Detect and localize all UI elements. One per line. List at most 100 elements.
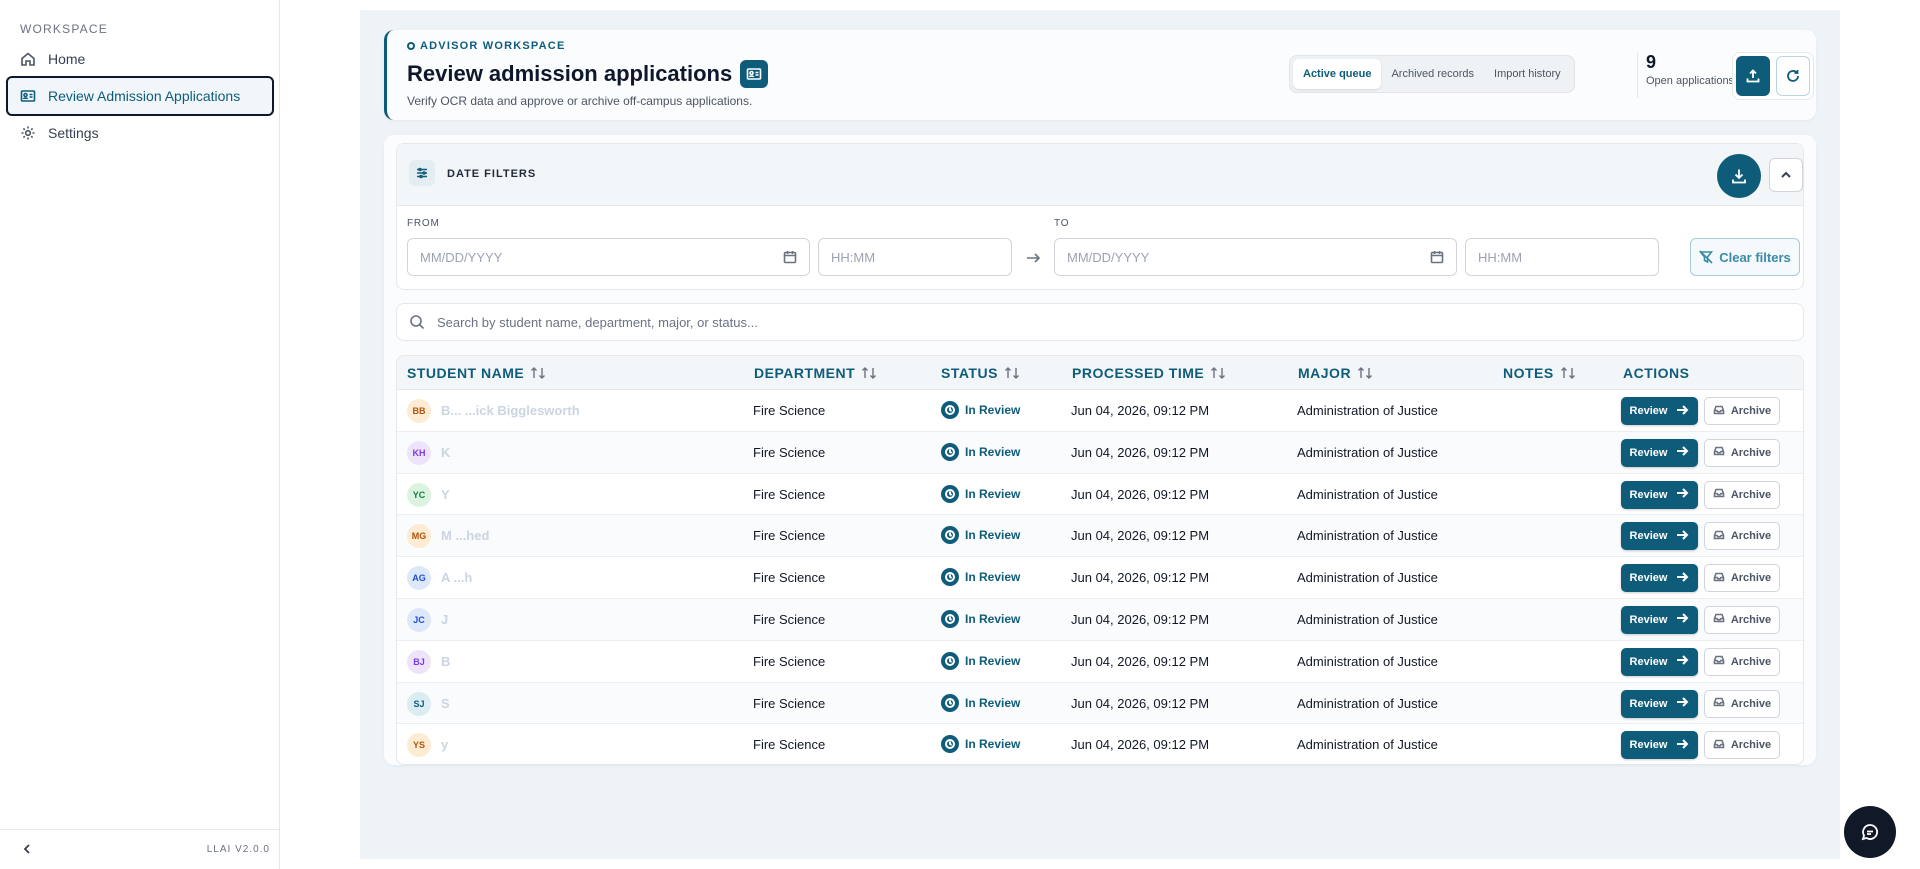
archive-label: Archive xyxy=(1730,739,1772,752)
status-badge: In Review xyxy=(941,526,1021,545)
student-name: K xyxy=(441,444,451,460)
calendar-icon[interactable] xyxy=(783,250,797,264)
column-label: STATUS xyxy=(941,365,998,381)
status-label: In Review xyxy=(965,528,1021,543)
archive-button[interactable]: Archive xyxy=(1704,480,1780,509)
major-cell: Administration of Justice xyxy=(1297,570,1438,586)
review-button[interactable]: Review xyxy=(1621,522,1698,551)
table-row[interactable]: KH K Fire Science In Review Jun 04, 2026, 09… xyxy=(397,431,1803,474)
review-button[interactable]: Review xyxy=(1621,438,1698,467)
date-filters-title: DATE FILTERS xyxy=(447,168,537,180)
avatar: JC xyxy=(407,607,431,632)
archive-label: Archive xyxy=(1730,613,1772,626)
table-row[interactable]: JC J Fire Science In Review Jun 04, 2026, 09… xyxy=(397,598,1803,641)
chat-button[interactable] xyxy=(1844,806,1896,858)
column-major[interactable]: MAJOR xyxy=(1298,365,1373,381)
arrow-right-icon xyxy=(1667,737,1689,754)
archive-label: Archive xyxy=(1730,446,1772,459)
processed-time-cell: Jun 04, 2026, 09:12 PM xyxy=(1071,486,1210,502)
archive-icon xyxy=(1713,404,1731,419)
eyebrow-label: ADVISOR WORKSPACE xyxy=(420,40,566,52)
archive-button[interactable]: Archive xyxy=(1704,731,1780,760)
open-count-value: 9 xyxy=(1646,52,1657,72)
upload-button[interactable] xyxy=(1736,56,1770,96)
search-input[interactable]: Search by student name, department, majo… xyxy=(396,303,1804,341)
refresh-button[interactable] xyxy=(1776,56,1810,96)
archive-button[interactable]: Archive xyxy=(1704,647,1780,676)
clock-icon xyxy=(941,651,959,670)
column-status[interactable]: STATUS xyxy=(941,365,1020,381)
review-button[interactable]: Review xyxy=(1621,647,1698,676)
from-time-placeholder: HH:MM xyxy=(831,249,876,265)
table-row[interactable]: BB B... ...ick Bigglesworth Fire Science In… xyxy=(397,390,1803,432)
to-date-placeholder: MM/DD/YYYY xyxy=(1067,249,1150,265)
review-button[interactable]: Review xyxy=(1621,480,1698,509)
sidebar-item-home[interactable]: Home xyxy=(8,41,272,77)
archive-button[interactable]: Archive xyxy=(1704,438,1780,467)
review-label: Review xyxy=(1629,697,1668,710)
sidebar-item-review-admission-applications[interactable]: Review Admission Applications xyxy=(6,76,274,116)
arrow-right-icon xyxy=(1667,444,1689,461)
to-date-input[interactable]: MM/DD/YYYY xyxy=(1054,238,1457,276)
sidebar: WORKSPACE Home Review Admission Applicat… xyxy=(0,0,280,869)
processed-time-cell: Jun 04, 2026, 09:12 PM xyxy=(1071,653,1210,669)
chevron-up-icon xyxy=(1781,171,1791,178)
column-notes[interactable]: NOTES xyxy=(1503,365,1576,381)
processed-time-cell: Jun 04, 2026, 09:12 PM xyxy=(1071,611,1210,627)
processed-time-cell: Jun 04, 2026, 09:12 PM xyxy=(1071,737,1210,753)
avatar: SJ xyxy=(407,691,431,716)
department-cell: Fire Science xyxy=(753,444,826,460)
tab-archived-records[interactable]: Archived records xyxy=(1381,59,1484,89)
review-button[interactable]: Review xyxy=(1621,731,1698,760)
from-date-placeholder: MM/DD/YYYY xyxy=(420,249,503,265)
department-cell: Fire Science xyxy=(753,528,826,544)
review-button[interactable]: Review xyxy=(1621,605,1698,634)
review-button[interactable]: Review xyxy=(1621,397,1698,425)
sidebar-item-settings[interactable]: Settings xyxy=(8,115,272,151)
filter-off-icon xyxy=(1699,250,1714,264)
review-button[interactable]: Review xyxy=(1621,689,1698,718)
status-badge: In Review xyxy=(941,484,1020,503)
to-time-input[interactable]: HH:MM xyxy=(1465,238,1659,276)
archive-button[interactable]: Archive xyxy=(1704,689,1780,718)
archive-button[interactable]: Archive xyxy=(1704,522,1780,551)
sidebar-footer: LLAI V2.0.0 xyxy=(0,829,280,869)
column-label: PROCESSED TIME xyxy=(1072,365,1205,381)
processed-time-cell: Jun 04, 2026, 09:12 PM xyxy=(1071,695,1210,711)
archive-button[interactable]: Archive xyxy=(1704,564,1780,593)
collapse-filters-button[interactable] xyxy=(1769,158,1803,192)
chevron-left-icon[interactable] xyxy=(20,842,34,856)
gear-icon xyxy=(21,126,35,140)
calendar-icon[interactable] xyxy=(1430,250,1444,264)
from-date-input[interactable]: MM/DD/YYYY xyxy=(407,238,810,276)
archive-button[interactable]: Archive xyxy=(1704,397,1780,425)
clock-icon xyxy=(941,484,959,503)
arrow-right-icon xyxy=(1667,570,1689,587)
table-row[interactable]: AG A ...h Fire Science In Review Jun 04, 202… xyxy=(397,557,1803,599)
archive-button[interactable]: Archive xyxy=(1704,605,1780,634)
clear-filters-button[interactable]: Clear filters xyxy=(1690,238,1800,276)
sort-icon xyxy=(1560,367,1575,379)
arrow-right-icon xyxy=(1667,486,1689,503)
column-department[interactable]: DEPARTMENT xyxy=(754,365,877,381)
table-row[interactable]: YC Y Fire Science In Review Jun 04, 2026, 09… xyxy=(397,474,1803,516)
table-row[interactable]: MG M ...hed Fire Science In Review Jun 04, 2… xyxy=(397,515,1803,558)
table-row[interactable]: SJ S Fire Science In Review Jun 04, 2026, 09… xyxy=(397,682,1803,725)
column-processed-time[interactable]: PROCESSED TIME xyxy=(1072,365,1226,381)
archive-icon xyxy=(1713,738,1731,753)
clock-icon xyxy=(941,609,959,628)
review-button[interactable]: Review xyxy=(1621,564,1698,593)
sort-icon xyxy=(862,367,877,379)
table-row[interactable]: BJ B Fire Science In Review Jun 04, 2026, 09… xyxy=(397,641,1803,683)
archive-label: Archive xyxy=(1730,405,1772,417)
view-tabs: Active queue Archived records Import his… xyxy=(1289,55,1575,93)
download-button[interactable] xyxy=(1717,154,1761,198)
table-row[interactable]: YS y Fire Science In Review Jun 04, 2026, 09… xyxy=(397,724,1803,764)
tab-import-history[interactable]: Import history xyxy=(1484,59,1571,89)
avatar: AG xyxy=(407,566,431,591)
app-version: LLAI V2.0.0 xyxy=(206,844,270,855)
column-student-name[interactable]: STUDENT NAME xyxy=(407,365,546,381)
tab-active-queue[interactable]: Active queue xyxy=(1293,59,1382,89)
from-time-input[interactable]: HH:MM xyxy=(818,238,1012,276)
student-name: Y xyxy=(441,486,450,502)
